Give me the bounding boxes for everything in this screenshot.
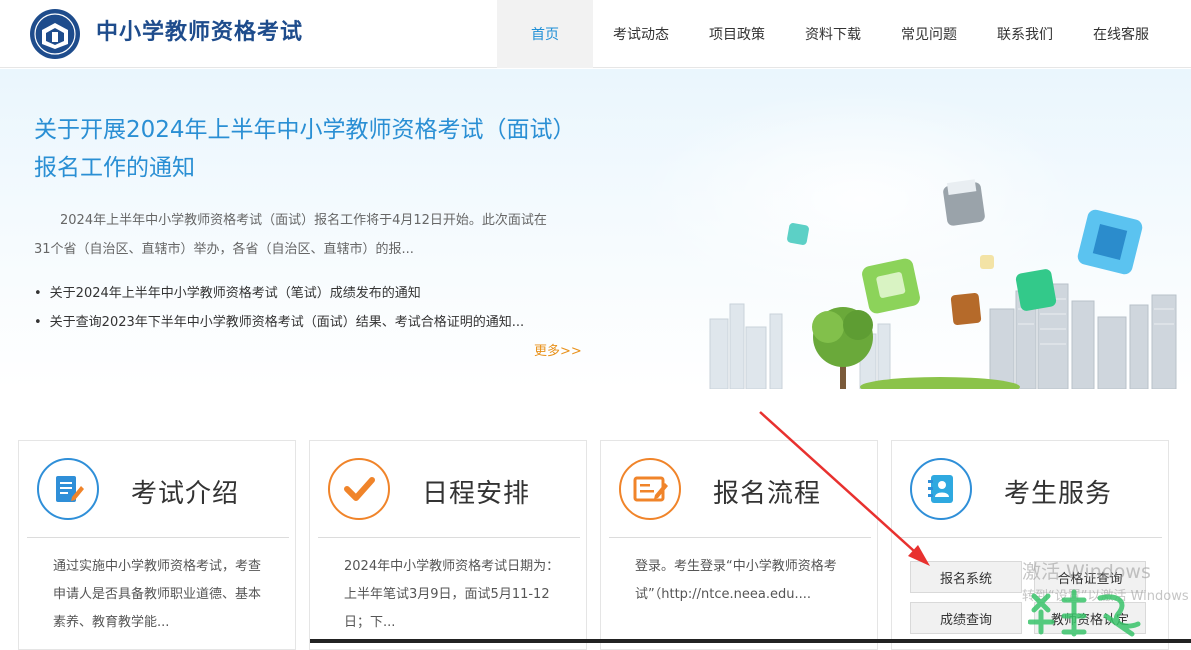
checkmark-icon <box>328 458 390 520</box>
headline-link[interactable]: 关于开展2024年上半年中小学教师资格考试（面试）报名工作的通知 <box>34 111 574 187</box>
nav-exam-news[interactable]: 考试动态 <box>593 0 689 68</box>
card-header: 日程安排 <box>318 441 580 538</box>
city-illustration <box>640 89 1177 389</box>
windows-watermark: 激活 Windows <box>1022 561 1151 583</box>
green-site-watermark-logo <box>1028 589 1141 637</box>
card-title: 考生服务 <box>1004 479 1113 509</box>
taskbar-edge <box>310 639 1191 643</box>
news-list: 关于2024年上半年中小学教师资格考试（笔试）成绩发布的通知 关于查询2023年… <box>34 279 524 337</box>
card-title: 日程安排 <box>422 479 531 509</box>
site-title[interactable]: 中小学教师资格考试 <box>96 14 303 46</box>
contacts-book-icon <box>910 458 972 520</box>
card-text: 通过实施中小学教师资格考试，考查申请人是否具备教师职业道德、基本素养、教育教学能… <box>53 559 262 630</box>
nav-home[interactable]: 首页 <box>497 0 593 68</box>
card-text: 2024年中小学教师资格考试日期为：上半年笔试3月9日，面试5月11-12日；下… <box>344 559 560 630</box>
form-pen-icon <box>619 458 681 520</box>
score-query-button[interactable]: 成绩查询 <box>910 602 1022 634</box>
card-text: 登录。考生登录“中小学教师资格考试”（http://ntce.neea.edu.… <box>635 559 837 602</box>
nav-online-service[interactable]: 在线客服 <box>1073 0 1169 68</box>
card-registration-process[interactable]: 报名流程 登录。考生登录“中小学教师资格考试”（http://ntce.neea… <box>600 440 878 650</box>
card-title: 报名流程 <box>713 479 822 509</box>
news-item[interactable]: 关于查询2023年下半年中小学教师资格考试（面试）结果、考试合格证明的通知... <box>34 308 524 337</box>
main-nav: 首页 考试动态 项目政策 资料下载 常见问题 联系我们 在线客服 <box>497 0 1169 68</box>
document-edit-icon <box>37 458 99 520</box>
nav-downloads[interactable]: 资料下载 <box>785 0 881 68</box>
feature-cards: 考试介绍 通过实施中小学教师资格考试，考查申请人是否具备教师职业道德、基本素养、… <box>18 440 1174 650</box>
card-schedule[interactable]: 日程安排 2024年中小学教师资格考试日期为：上半年笔试3月9日，面试5月11-… <box>309 440 587 650</box>
more-link[interactable]: 更多>> <box>534 340 582 359</box>
card-header: 考试介绍 <box>27 441 289 538</box>
card-header: 考生服务 <box>900 441 1162 538</box>
card-exam-intro[interactable]: 考试介绍 通过实施中小学教师资格考试，考查申请人是否具备教师职业道德、基本素养、… <box>18 440 296 650</box>
nav-policy[interactable]: 项目政策 <box>689 0 785 68</box>
ntce-logo-icon[interactable] <box>24 8 86 60</box>
nav-faq[interactable]: 常见问题 <box>881 0 977 68</box>
news-banner: 关于开展2024年上半年中小学教师资格考试（面试）报名工作的通知 2024年上半… <box>0 69 1191 389</box>
card-header: 报名流程 <box>609 441 871 538</box>
site-header: 中小学教师资格考试 首页 考试动态 项目政策 资料下载 常见问题 联系我们 在线… <box>0 0 1191 68</box>
news-item[interactable]: 关于2024年上半年中小学教师资格考试（笔试）成绩发布的通知 <box>34 279 524 308</box>
registration-system-button[interactable]: 报名系统 <box>910 561 1022 593</box>
card-title: 考试介绍 <box>131 479 240 509</box>
headline-summary: 2024年上半年中小学教师资格考试（面试）报名工作将于4月12日开始。此次面试在… <box>34 213 547 257</box>
nav-contact[interactable]: 联系我们 <box>977 0 1073 68</box>
